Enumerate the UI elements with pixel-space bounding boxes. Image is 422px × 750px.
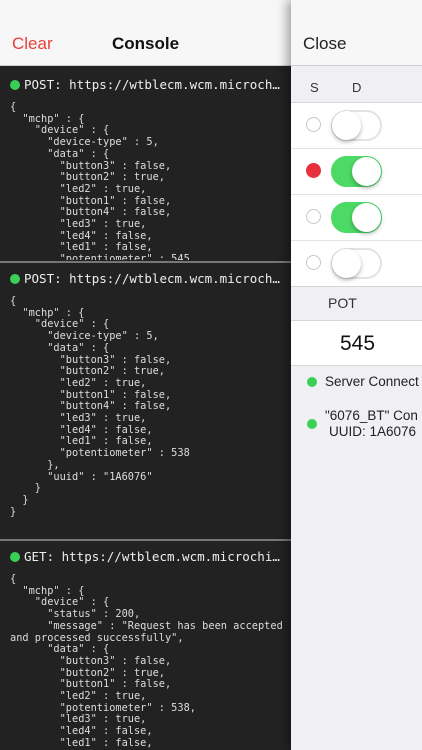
potentiometer-label: POT bbox=[328, 295, 357, 311]
log-entry-header: POST: https://wtblecm.wcm.microch… bbox=[0, 268, 291, 290]
led-toggle-switch[interactable] bbox=[331, 156, 382, 187]
log-entry[interactable]: POST: https://wtblecm.wcm.microch… { "mc… bbox=[0, 268, 291, 538]
panel-nav-bar: Close bbox=[291, 0, 422, 66]
close-button[interactable]: Close bbox=[303, 34, 346, 54]
connected-dot-icon bbox=[307, 377, 317, 387]
device-status-text: "6076_BT" Con bbox=[325, 408, 418, 423]
led-indicator-icon bbox=[306, 209, 321, 224]
switch-knob bbox=[332, 249, 361, 278]
led-row bbox=[291, 195, 422, 241]
log-entry[interactable]: GET: https://wtblecm.wcm.microchi… { "mc… bbox=[0, 546, 291, 750]
switch-knob bbox=[352, 203, 381, 232]
connected-dot-icon bbox=[307, 419, 317, 429]
led-toggle-switch[interactable] bbox=[331, 202, 382, 233]
switch-knob bbox=[352, 157, 381, 186]
log-divider bbox=[0, 261, 291, 263]
log-divider bbox=[0, 539, 291, 541]
log-entry-body: { "mchp" : { "device" : { "status" : 200… bbox=[10, 573, 283, 749]
led-row bbox=[291, 241, 422, 286]
success-dot-icon bbox=[10, 552, 20, 562]
log-entry-url: GET: https://wtblecm.wcm.microchi… bbox=[24, 549, 280, 564]
led-toggle-switch[interactable] bbox=[331, 110, 382, 141]
led-toggle-switch[interactable] bbox=[331, 248, 382, 279]
console-panel: Clear Console POST: https://wtblecm.wcm.… bbox=[0, 0, 291, 750]
log-entry[interactable]: POST: https://wtblecm.wcm.microch… { "mc… bbox=[0, 74, 291, 260]
potentiometer-cell: 545 bbox=[291, 320, 422, 366]
success-dot-icon bbox=[10, 80, 20, 90]
console-nav-bar: Clear Console bbox=[0, 0, 291, 66]
device-uuid-text: UUID: 1A6076 bbox=[329, 424, 417, 439]
log-entry-header: GET: https://wtblecm.wcm.microchi… bbox=[0, 546, 291, 568]
log-entry-url: POST: https://wtblecm.wcm.microch… bbox=[24, 77, 280, 92]
device-panel: Close S D POT 545 Server Connect "6076_B… bbox=[291, 0, 422, 750]
log-entry-body: { "mchp" : { "device" : { "device-type" … bbox=[10, 101, 190, 260]
led-switch-list bbox=[291, 102, 422, 287]
column-header-s: S bbox=[310, 80, 319, 95]
success-dot-icon bbox=[10, 274, 20, 284]
led-indicator-icon bbox=[306, 255, 321, 270]
potentiometer-value: 545 bbox=[340, 332, 376, 355]
server-status-text: Server Connect bbox=[325, 374, 419, 389]
log-entry-header: POST: https://wtblecm.wcm.microch… bbox=[0, 74, 291, 96]
led-row bbox=[291, 149, 422, 195]
log-entry-url: POST: https://wtblecm.wcm.microch… bbox=[24, 271, 280, 286]
led-indicator-icon bbox=[306, 163, 321, 178]
console-title: Console bbox=[111, 34, 180, 53]
led-row bbox=[291, 103, 422, 149]
switch-knob bbox=[332, 111, 361, 140]
log-entry-body: { "mchp" : { "device" : { "device-type" … bbox=[10, 295, 190, 518]
column-header-d: D bbox=[352, 80, 362, 95]
led-indicator-icon bbox=[306, 117, 321, 132]
